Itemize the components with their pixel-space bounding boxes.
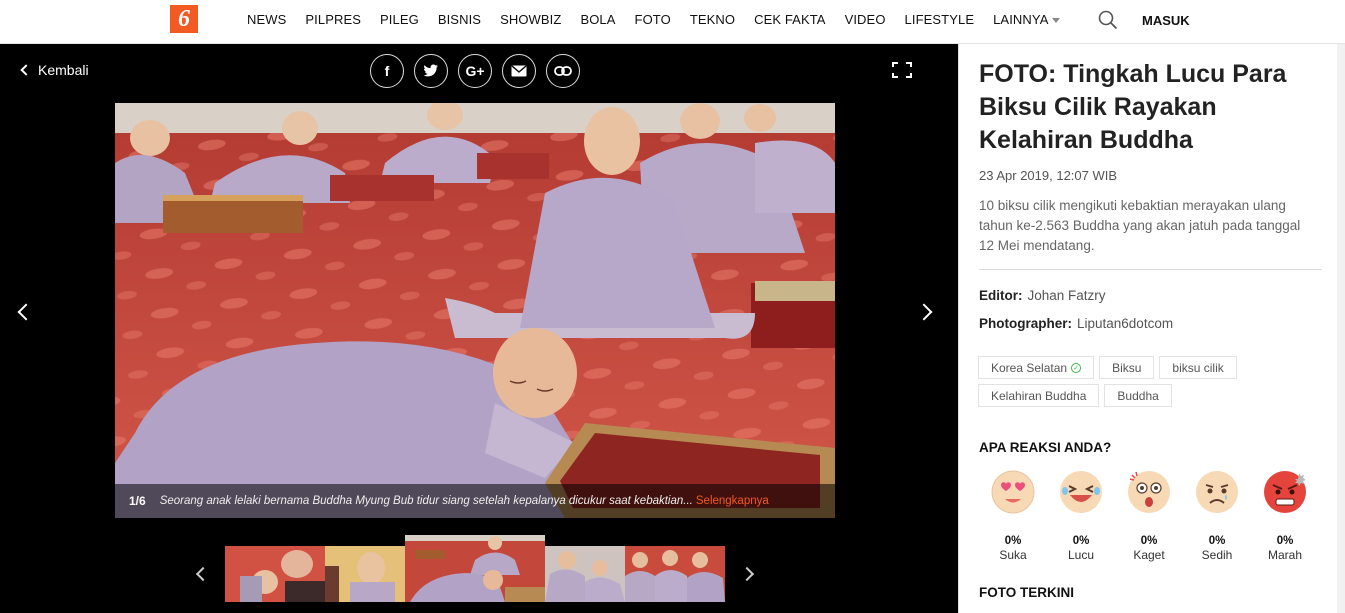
thumbs-prev-icon[interactable] [195, 566, 211, 582]
tag-label: Korea Selatan [991, 360, 1068, 375]
caption-text: Seorang anak lelaki bernama Buddha Myung… [159, 495, 693, 507]
main-photo: 1/6 Seorang anak lelaki bernama Buddha M… [115, 103, 835, 518]
caret-down-icon [1052, 18, 1061, 24]
reaction-label: Kaget [1133, 548, 1165, 562]
login-link[interactable]: MASUK [1142, 13, 1190, 28]
tag-list: Korea Selatan ✓ Biksu biksu cilik Kelahir… [978, 356, 1278, 407]
reaction-label: Sedih [1201, 548, 1233, 562]
photographer-label: Photographer: [979, 316, 1072, 331]
reaction-label: Suka [999, 548, 1027, 562]
photo-caption: 1/6 Seorang anak lelaki bernama Buddha M… [115, 484, 835, 518]
facebook-icon[interactable]: f [370, 54, 404, 88]
read-more-link[interactable]: Selengkapnya [696, 495, 769, 507]
google-plus-icon[interactable]: G+ [458, 54, 492, 88]
twitter-icon[interactable] [414, 54, 448, 88]
chevron-left-icon [20, 64, 32, 76]
nav-item-bisnis[interactable]: BISNIS [438, 12, 481, 27]
reaction-percent: 0% [1004, 535, 1022, 547]
scrollbar[interactable] [1337, 44, 1345, 613]
fullscreen-icon[interactable] [892, 62, 912, 78]
nav-item-video[interactable]: VIDEO [845, 12, 886, 27]
reaction-percent: 0% [1208, 535, 1226, 547]
nav-item-pilpres[interactable]: PILPRES [305, 12, 361, 27]
back-button[interactable]: Kembali [20, 62, 89, 78]
back-label: Kembali [38, 62, 89, 78]
article-title: FOTO: Tingkah Lucu Para Biksu Cilik Raya… [979, 60, 1287, 154]
nav-item-cek-fakta[interactable]: CEK FAKTA [754, 12, 825, 27]
reaction-label: Marah [1267, 548, 1302, 562]
thumbnail[interactable] [225, 546, 325, 602]
nav-item-tekno[interactable]: TEKNO [690, 12, 735, 27]
surprised-emoji-icon [1128, 471, 1170, 513]
tag-buddha[interactable]: Buddha [1104, 384, 1172, 407]
tag-kelahiran-buddha[interactable]: Kelahiran Buddha [978, 384, 1100, 407]
prev-photo-arrow-icon[interactable] [17, 303, 35, 321]
next-photo-arrow-icon[interactable] [915, 303, 933, 321]
reaction-percent: 0% [1140, 535, 1158, 547]
reaction-percent: 0% [1276, 535, 1294, 547]
search-icon[interactable] [1098, 10, 1118, 30]
verified-check-icon: ✓ [1071, 362, 1082, 373]
nav-item-lainnya[interactable]: LAINNYA [993, 12, 1061, 27]
article-description: 10 biksu cilik mengikuti kebaktian meray… [979, 198, 1301, 253]
tag-biksu[interactable]: Biksu [1099, 356, 1155, 379]
heart-eyes-emoji-icon [991, 470, 1035, 514]
reaction-sedih[interactable]: 0% Sedih [1183, 469, 1251, 562]
thumbnail-active[interactable] [405, 535, 545, 602]
thumbnail[interactable] [625, 546, 725, 602]
article-panel: FOTO: Tingkah Lucu Para Biksu Cilik Raya… [958, 44, 1345, 613]
reactions: 0% Suka 0% Lucu 0% Kaget 0% Sedih 0% Mar… [979, 469, 1319, 562]
nav-item-showbiz[interactable]: SHOWBIZ [500, 12, 561, 27]
top-navbar: 6 NEWS PILPRES PILEG BISNIS SHOWBIZ BOLA… [0, 0, 1345, 44]
photo-gallery: Kembali f G+ 1/6 Seorang anak lelaki ber… [0, 44, 958, 613]
reactions-title: APA REAKSI ANDA? [979, 440, 1112, 455]
article-date: 23 Apr 2019, 12:07 WIB [979, 168, 1118, 183]
nav-item-bola[interactable]: BOLA [580, 12, 615, 27]
divider [979, 269, 1322, 270]
nav-item-foto[interactable]: FOTO [635, 12, 671, 27]
nav-item-lainnya-label: LAINNYA [993, 12, 1049, 27]
photographer-name[interactable]: Liputan6dotcom [1077, 316, 1173, 331]
email-icon[interactable] [502, 54, 536, 88]
laughing-emoji-icon [1060, 471, 1102, 513]
photo-counter: 1/6 [129, 494, 146, 508]
reaction-kaget[interactable]: 0% Kaget [1115, 469, 1183, 562]
reaction-percent: 0% [1072, 535, 1090, 547]
nav-item-pileg[interactable]: PILEG [380, 12, 419, 27]
thumbs-next-icon[interactable] [739, 566, 755, 582]
link-icon[interactable] [546, 54, 580, 88]
latest-photos-title: FOTO TERKINI [979, 585, 1075, 600]
sad-emoji-icon [1196, 471, 1238, 513]
photographer-line: Photographer: Liputan6dotcom [979, 316, 1173, 331]
nav-item-lifestyle[interactable]: LIFESTYLE [905, 12, 975, 27]
editor-label: Editor: [979, 288, 1023, 303]
editor-name[interactable]: Johan Fatzry [1028, 288, 1106, 303]
site-logo[interactable]: 6 [170, 5, 198, 33]
tag-korea-selatan[interactable]: Korea Selatan ✓ [978, 356, 1095, 379]
reaction-marah[interactable]: 0% Marah [1251, 469, 1319, 562]
angry-emoji-icon [1264, 471, 1306, 513]
editor-line: Editor: Johan Fatzry [979, 288, 1106, 303]
thumbnail-strip [225, 535, 725, 604]
share-buttons: f G+ [370, 54, 580, 88]
thumbnail[interactable] [325, 546, 405, 602]
reaction-label: Lucu [1067, 548, 1095, 562]
thumbnail[interactable] [545, 546, 625, 602]
main-nav: NEWS PILPRES PILEG BISNIS SHOWBIZ BOLA F… [247, 12, 1079, 27]
reaction-lucu[interactable]: 0% Lucu [1047, 469, 1115, 562]
tag-biksu-cilik[interactable]: biksu cilik [1159, 356, 1237, 379]
reaction-suka[interactable]: 0% Suka [979, 469, 1047, 562]
photo-image [115, 103, 835, 518]
nav-item-news[interactable]: NEWS [247, 12, 286, 27]
